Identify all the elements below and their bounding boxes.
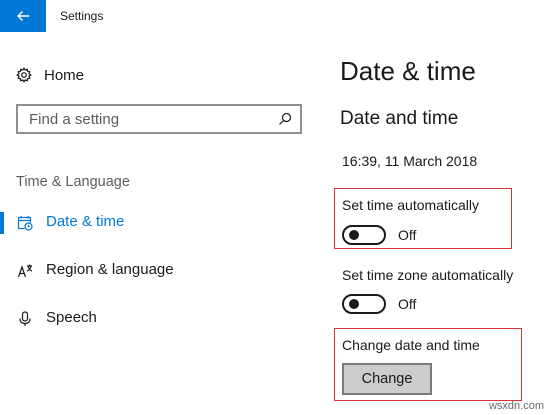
sidebar-item-label: Speech <box>46 309 97 326</box>
change-date-time-label: Change date and time <box>342 337 480 353</box>
back-button[interactable] <box>0 0 46 32</box>
set-time-automatically-label: Set time automatically <box>342 197 479 213</box>
active-indicator <box>0 212 4 234</box>
toggle-knob <box>349 299 359 309</box>
watermark: wsxdn.com <box>488 400 544 412</box>
sidebar-item-label: Region & language <box>46 261 174 278</box>
search-icon[interactable] <box>278 112 292 126</box>
search-input[interactable] <box>29 110 269 128</box>
sidebar-item-label: Date & time <box>46 213 125 230</box>
toggle-knob <box>349 230 359 240</box>
title-bar: Settings <box>0 0 550 32</box>
current-datetime: 16:39, 11 March 2018 <box>342 153 478 169</box>
sidebar: Home Time & Language Date & time <box>0 32 320 415</box>
section-title: Date and time <box>340 108 459 129</box>
home-link[interactable]: Home <box>16 64 84 86</box>
change-button[interactable]: Change <box>342 363 432 395</box>
toggle-state-text: Off <box>398 227 417 243</box>
main-content: Date & time Date and time 16:39, 11 Marc… <box>320 32 550 415</box>
home-label: Home <box>44 66 85 84</box>
toggle-state-text: Off <box>398 296 417 312</box>
sidebar-item-speech[interactable]: Speech <box>0 304 320 334</box>
window-title: Settings <box>60 9 104 23</box>
sidebar-item-region-language[interactable]: Region & language <box>0 256 320 286</box>
sidebar-item-date-time[interactable]: Date & time <box>0 208 320 238</box>
microphone-icon <box>19 311 31 326</box>
page-title: Date & time <box>340 56 476 86</box>
set-time-zone-automatically-label: Set time zone automatically <box>342 267 514 283</box>
section-label: Time & Language <box>16 174 130 190</box>
set-time-zone-automatically-toggle[interactable] <box>342 294 386 314</box>
language-icon <box>17 264 33 278</box>
back-arrow-icon <box>17 11 29 21</box>
set-time-automatically-toggle[interactable] <box>342 225 386 245</box>
search-box <box>16 104 302 134</box>
gear-icon <box>16 67 32 83</box>
calendar-clock-icon <box>17 216 33 231</box>
